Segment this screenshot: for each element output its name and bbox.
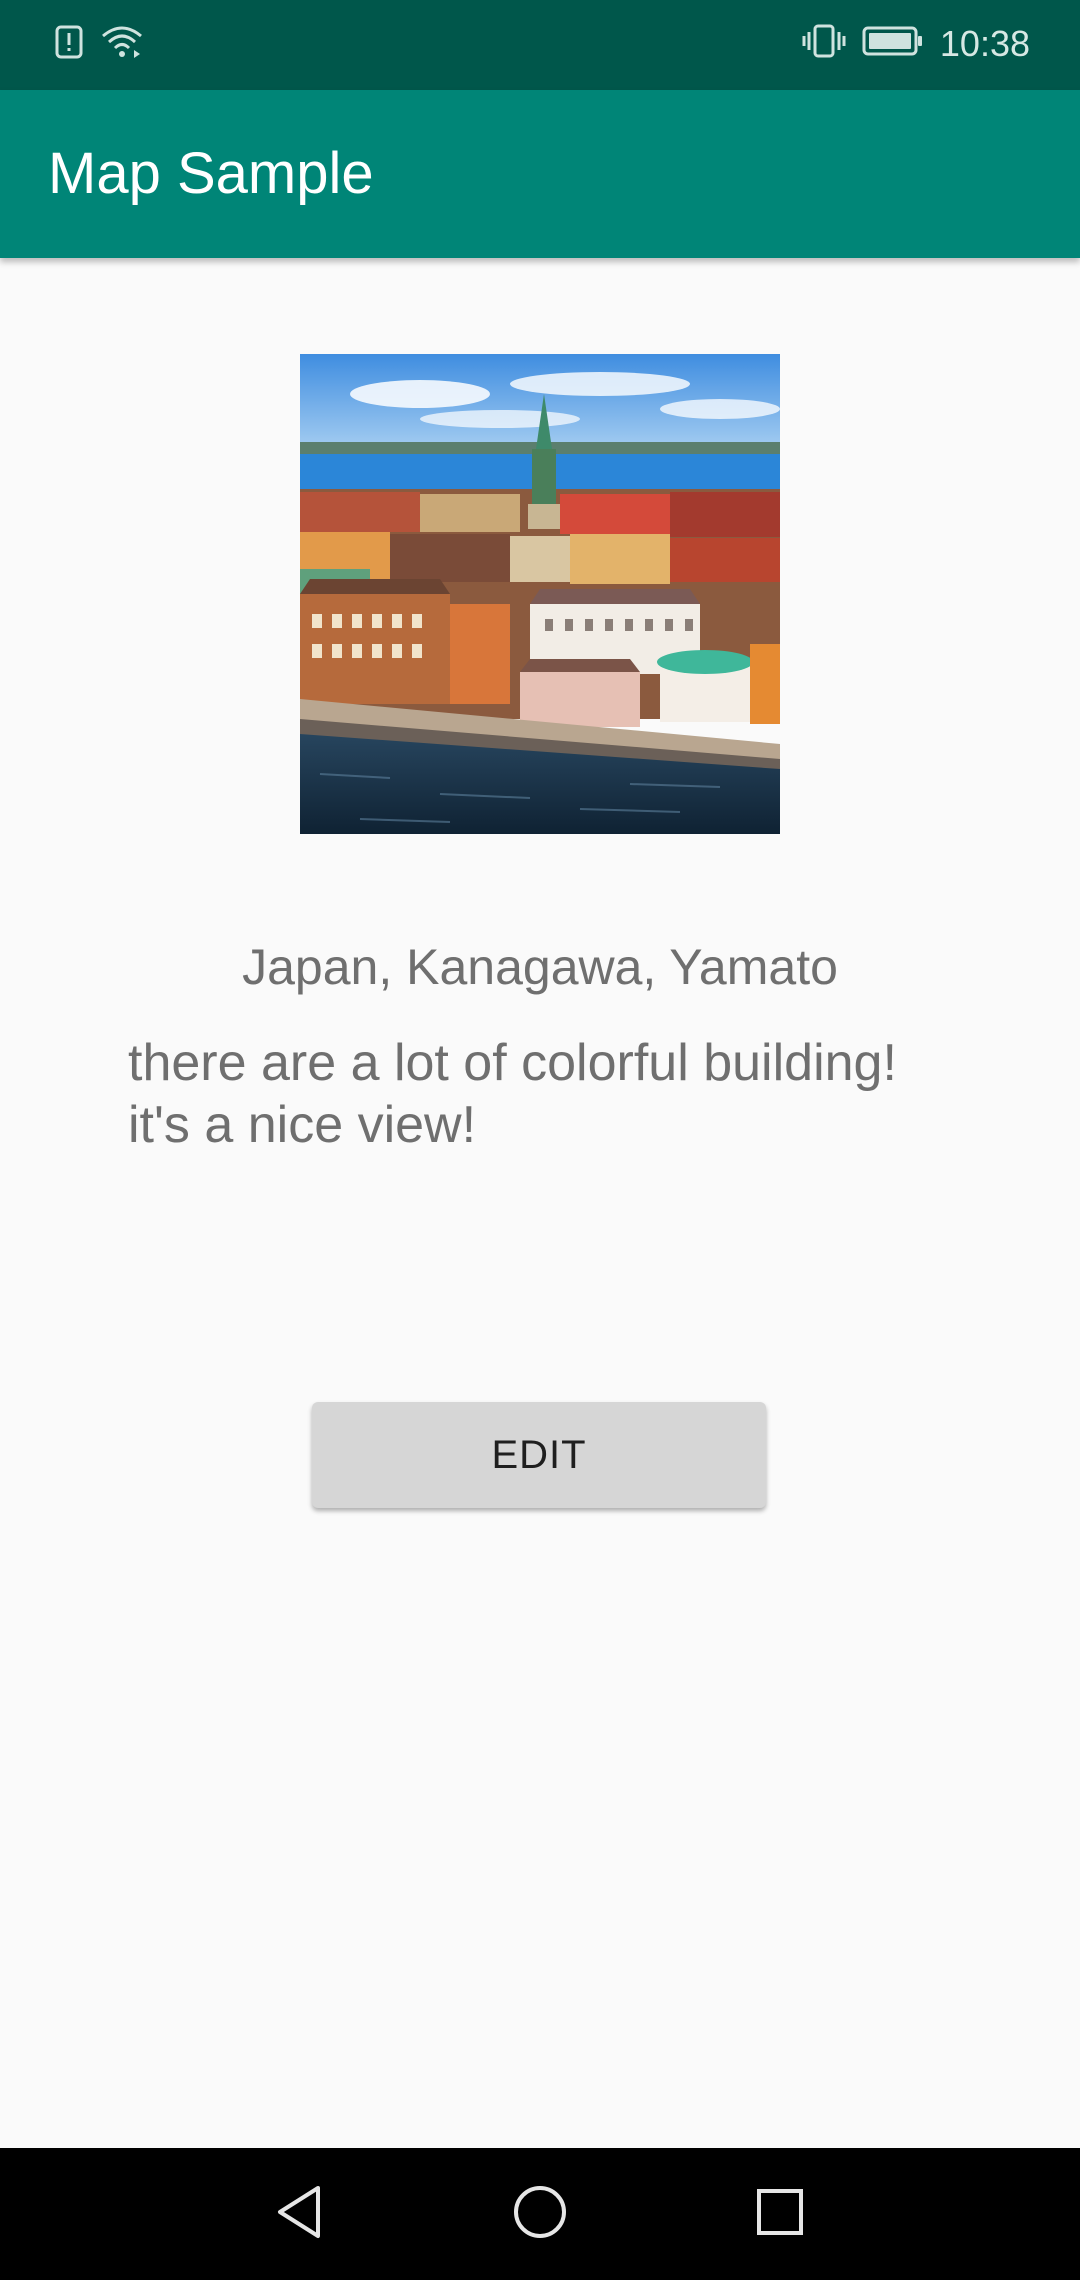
city-photo bbox=[300, 354, 780, 834]
location-text: Japan, Kanagawa, Yamato bbox=[242, 939, 838, 995]
status-left-icons bbox=[54, 24, 144, 65]
status-right-icons: 10:38 bbox=[802, 22, 1030, 65]
back-icon bbox=[274, 2184, 326, 2245]
wifi-icon bbox=[100, 24, 144, 65]
status-bar: 10:38 bbox=[0, 0, 1080, 90]
home-button[interactable] bbox=[480, 2148, 600, 2280]
battery-icon bbox=[862, 25, 924, 62]
description-text: there are a lot of colorful building! it… bbox=[128, 1034, 897, 1154]
navigation-bar bbox=[0, 2148, 1080, 2280]
recents-button[interactable] bbox=[720, 2148, 840, 2280]
recents-icon bbox=[755, 2187, 805, 2242]
app-title: Map Sample bbox=[48, 141, 374, 206]
app-bar: Map Sample bbox=[0, 90, 1080, 258]
status-time: 10:38 bbox=[939, 22, 1030, 64]
edit-button[interactable]: EDIT bbox=[312, 1402, 766, 1508]
back-button[interactable] bbox=[240, 2148, 360, 2280]
alert-icon bbox=[54, 24, 84, 65]
vibrate-icon bbox=[802, 22, 846, 65]
screen: 10:38 Map Sample Japan, Kanagawa, Yamato… bbox=[0, 0, 1080, 2280]
home-icon bbox=[512, 2184, 568, 2245]
